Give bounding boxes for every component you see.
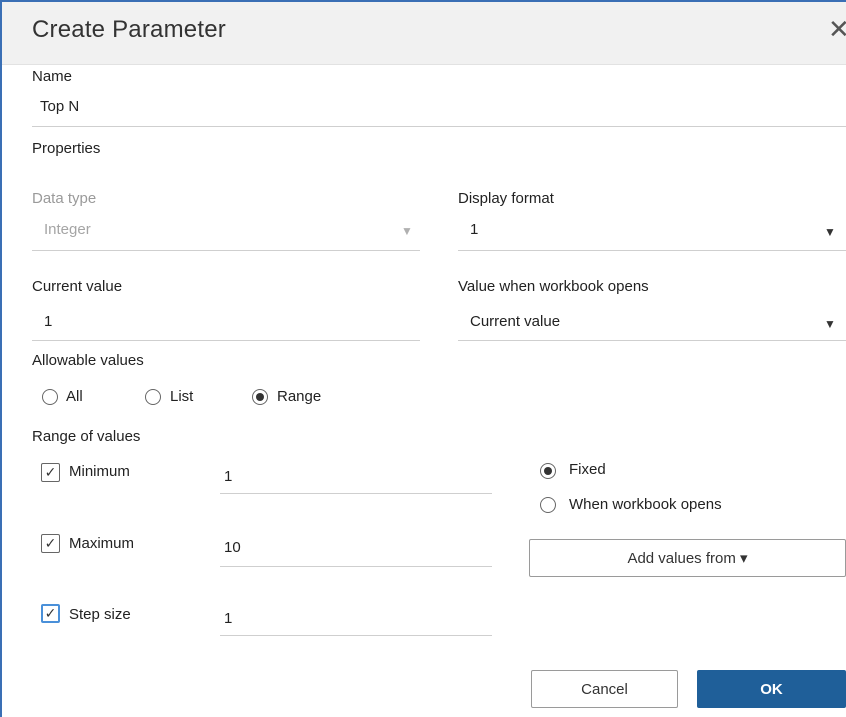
radio-all[interactable]	[42, 389, 58, 405]
data-type-underline	[32, 250, 420, 251]
step-size-checkbox[interactable]: ✓	[41, 604, 60, 623]
checkmark-icon: ✓	[44, 464, 57, 480]
workbook-opens-select[interactable]: Current value	[470, 313, 560, 330]
step-size-input[interactable]: 1	[224, 610, 232, 627]
current-value-label: Current value	[32, 278, 123, 295]
display-format-underline	[458, 250, 846, 251]
cancel-button[interactable]: Cancel	[531, 670, 678, 708]
radio-when-workbook-opens-label[interactable]: When workbook opens	[569, 496, 722, 513]
caret-down-icon[interactable]: ▼	[824, 317, 836, 331]
caret-down-icon[interactable]: ▼	[824, 225, 836, 239]
maximum-underline	[220, 566, 492, 567]
minimum-checkbox[interactable]: ✓	[41, 463, 60, 482]
properties-heading: Properties	[32, 140, 101, 157]
ok-button[interactable]: OK	[697, 670, 846, 708]
name-underline	[32, 126, 846, 127]
maximum-input[interactable]: 10	[224, 539, 241, 556]
current-value-input[interactable]: 1	[44, 313, 52, 330]
add-values-from-button[interactable]: Add values from ▾	[529, 539, 846, 577]
maximum-label: Maximum	[69, 535, 135, 552]
allowable-values-label: Allowable values	[32, 352, 144, 369]
checkmark-icon: ✓	[44, 535, 57, 551]
radio-range-label[interactable]: Range	[277, 388, 321, 405]
display-format-label: Display format	[458, 190, 554, 207]
radio-list-label[interactable]: List	[170, 388, 193, 405]
data-type-label: Data type	[32, 190, 97, 207]
step-size-label: Step size	[69, 606, 131, 623]
radio-list[interactable]	[145, 389, 161, 405]
minimum-label: Minimum	[69, 463, 130, 480]
minimum-underline	[220, 493, 492, 494]
radio-all-label[interactable]: All	[66, 388, 83, 405]
create-parameter-dialog: Create Parameter ✕ Name Top N Properties…	[0, 0, 846, 717]
name-label: Name	[32, 68, 73, 85]
step-size-underline	[220, 635, 492, 636]
caret-down-icon: ▼	[401, 224, 413, 238]
close-icon[interactable]: ✕	[828, 16, 846, 42]
checkmark-icon: ✓	[44, 605, 57, 621]
radio-when-workbook-opens[interactable]	[540, 497, 556, 513]
radio-range[interactable]	[252, 389, 268, 405]
workbook-opens-underline	[458, 340, 846, 341]
display-format-select[interactable]: 1	[470, 221, 478, 238]
workbook-opens-label: Value when workbook opens	[458, 278, 649, 295]
range-of-values-label: Range of values	[32, 428, 141, 445]
maximum-checkbox[interactable]: ✓	[41, 534, 60, 553]
current-value-underline	[32, 340, 420, 341]
minimum-input[interactable]: 1	[224, 468, 232, 485]
data-type-select: Integer	[44, 221, 91, 238]
name-input[interactable]: Top N	[40, 98, 79, 115]
dialog-title: Create Parameter	[32, 16, 226, 43]
dialog-titlebar: Create Parameter ✕	[2, 2, 846, 65]
radio-fixed-label[interactable]: Fixed	[569, 461, 606, 478]
radio-fixed[interactable]	[540, 463, 556, 479]
